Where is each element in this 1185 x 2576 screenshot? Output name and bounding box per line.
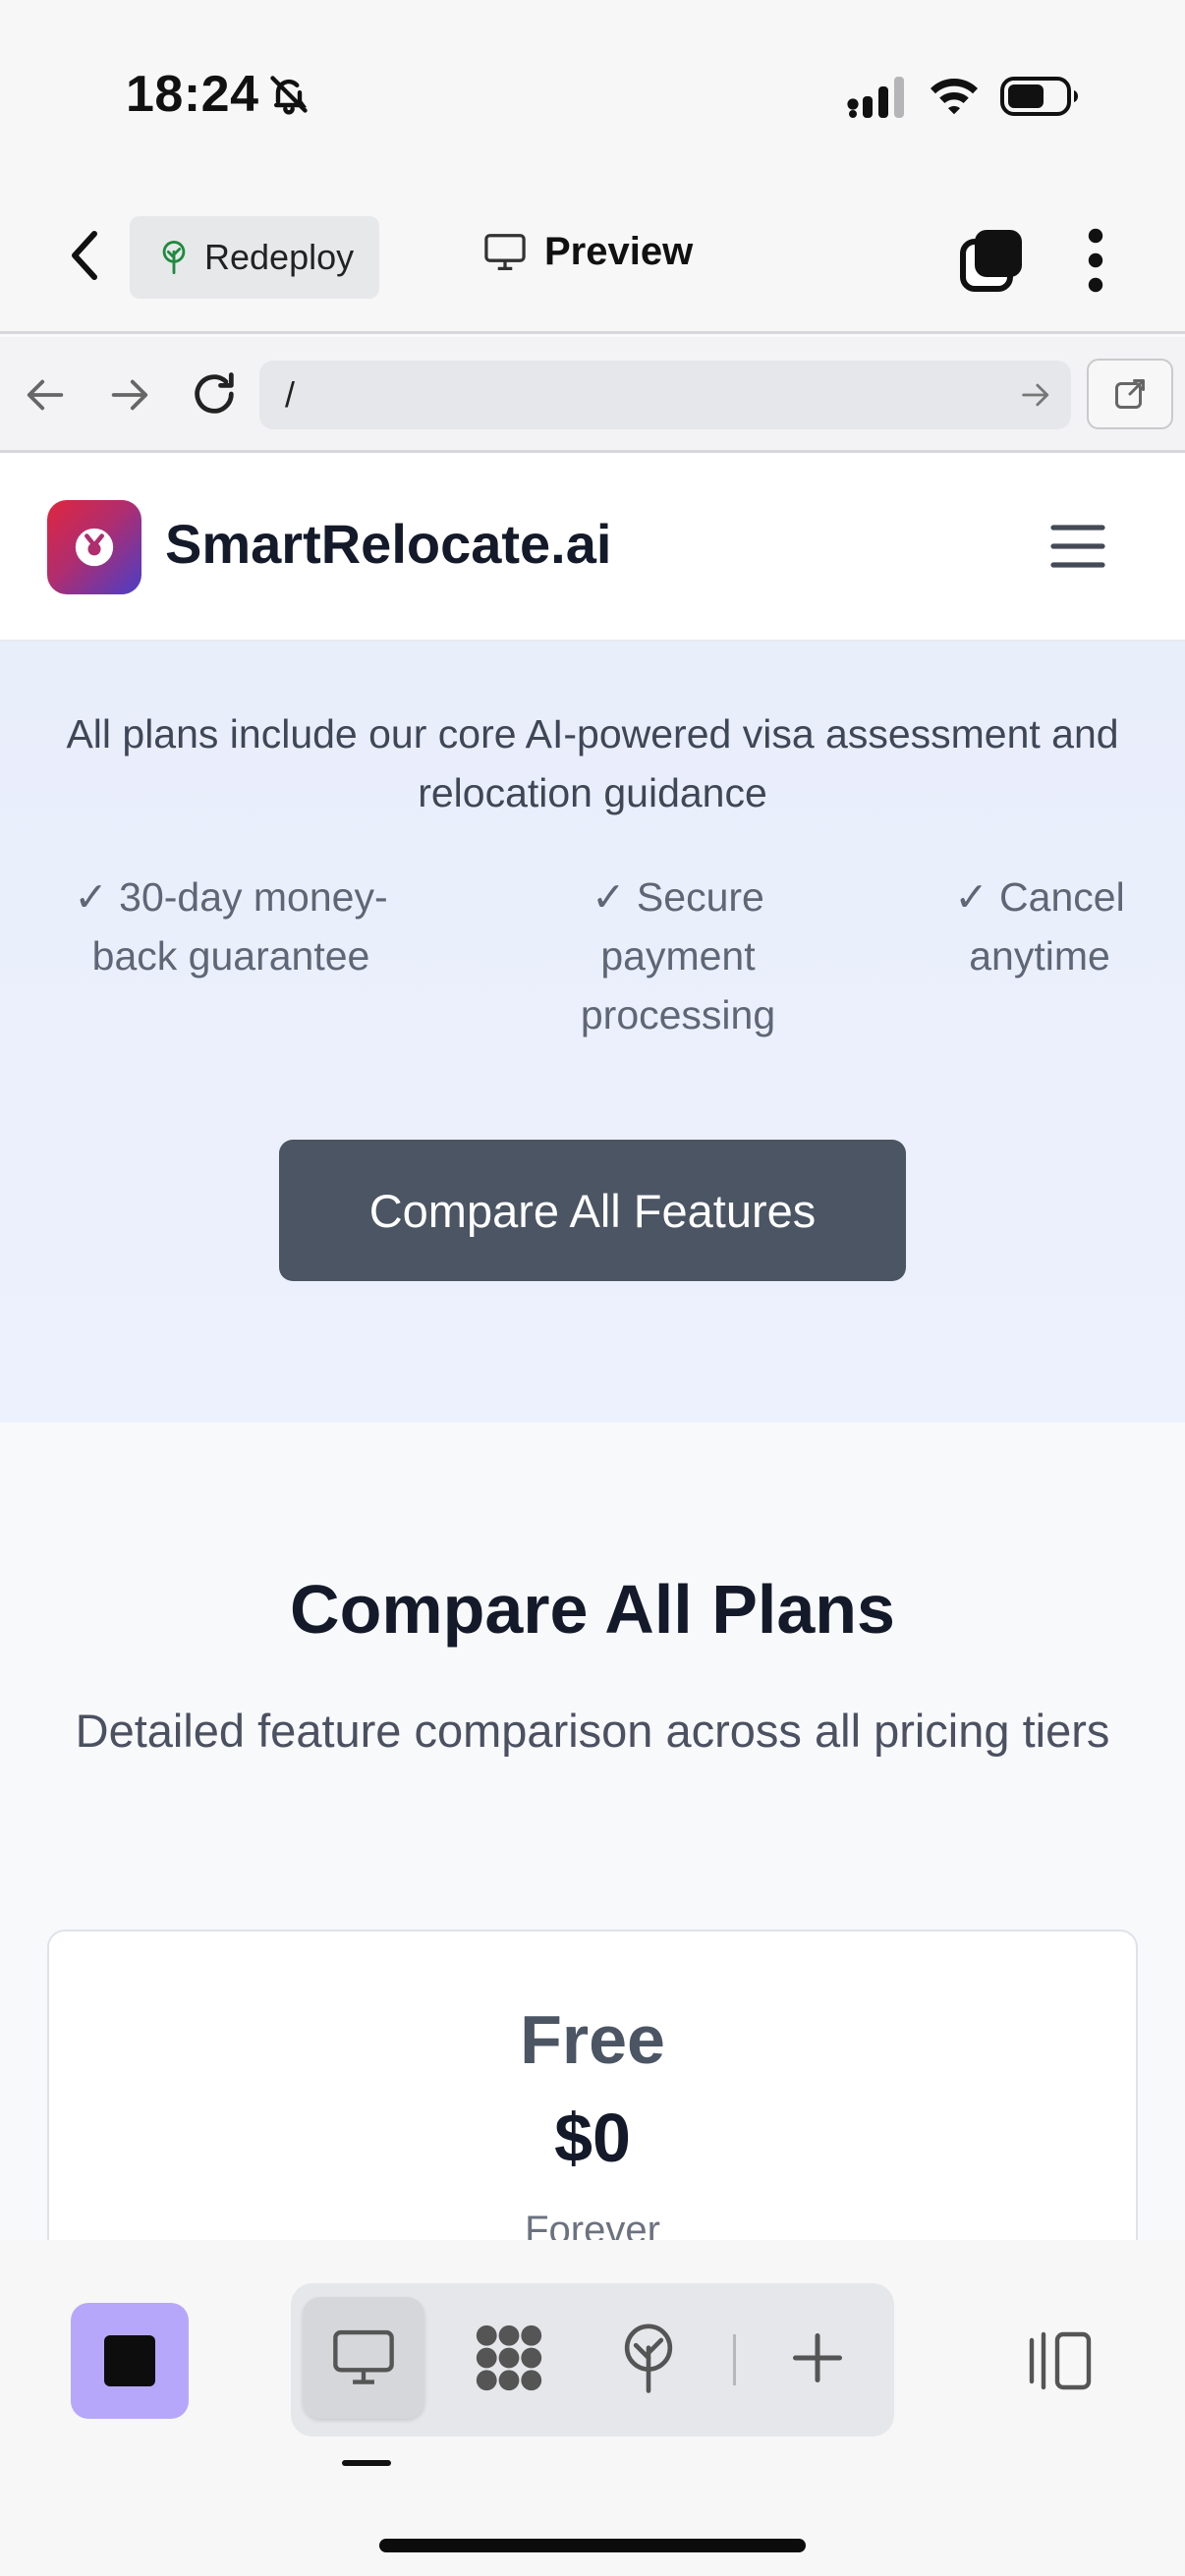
perk-money-back: ✓ 30-day money-back guarantee xyxy=(74,874,388,979)
signal-icon xyxy=(847,77,904,118)
compare-title: Compare All Plans xyxy=(290,1571,895,1648)
mute-bell-icon xyxy=(270,76,308,115)
status-bar: 18:24 xyxy=(0,0,1185,187)
browser-bar: / xyxy=(0,337,1185,453)
plan-name: Free xyxy=(520,2001,665,2078)
redeploy-label: Redeploy xyxy=(204,237,355,277)
url-bar[interactable]: / xyxy=(259,361,1071,429)
reload-icon[interactable] xyxy=(189,368,240,420)
canvas-view-button[interactable] xyxy=(448,2297,570,2419)
home-indicator xyxy=(379,2539,806,2552)
perk-secure-payment: ✓ Secure payment processing xyxy=(580,874,776,1037)
redeploy-tree-icon xyxy=(162,241,186,275)
battery-icon xyxy=(1000,77,1078,116)
arrow-left-icon[interactable] xyxy=(24,372,69,418)
monitor-icon xyxy=(484,233,526,270)
bottom-bar xyxy=(0,2240,1185,2576)
segment-divider xyxy=(733,2334,736,2385)
panel-icon[interactable] xyxy=(1020,2328,1093,2393)
active-view-indicator xyxy=(342,2460,391,2466)
deploy-view-button[interactable] xyxy=(588,2297,709,2419)
logo-mark-icon xyxy=(75,528,114,567)
perk-cancel-anytime: ✓ Cancel anytime xyxy=(954,874,1125,979)
redeploy-button[interactable]: Redeploy xyxy=(130,216,379,299)
plan-price: $0 xyxy=(554,2100,631,2176)
wifi-icon xyxy=(931,79,978,115)
deploy-icon xyxy=(624,2324,673,2393)
preview-label: Preview xyxy=(544,230,694,273)
status-time: 18:24 xyxy=(126,66,259,123)
more-vertical-icon[interactable] xyxy=(1081,228,1110,293)
plans-note: All plans include our core AI-powered vi… xyxy=(66,711,1119,815)
pricing-hero-section: All plans include our core AI-powered vi… xyxy=(0,642,1185,1423)
site-header: SmartRelocate.ai xyxy=(0,453,1185,642)
app-toolbar: Redeploy Preview xyxy=(0,187,1185,334)
grid-blob-icon xyxy=(476,2324,542,2391)
site-logo[interactable] xyxy=(47,500,141,594)
compare-all-features-button[interactable]: Compare All Features xyxy=(279,1140,906,1281)
arrow-right-icon[interactable] xyxy=(106,372,151,418)
external-link-icon xyxy=(1115,379,1145,409)
hamburger-icon[interactable] xyxy=(1049,522,1106,571)
add-button[interactable] xyxy=(757,2297,878,2419)
url-text: / xyxy=(285,374,296,415)
site-brand[interactable]: SmartRelocate.ai xyxy=(165,512,611,576)
back-chevron-icon[interactable] xyxy=(61,226,108,285)
compare-subtitle: Detailed feature comparison across all p… xyxy=(75,1705,1110,1757)
preview-tab[interactable]: Preview xyxy=(483,230,693,274)
stop-button[interactable] xyxy=(71,2303,189,2419)
preview-view-button[interactable] xyxy=(303,2297,424,2419)
tabs-icon[interactable] xyxy=(959,228,1024,293)
stop-icon xyxy=(104,2335,155,2386)
go-arrow-icon[interactable] xyxy=(1018,378,1051,412)
open-external-button[interactable] xyxy=(1087,359,1173,429)
view-switcher xyxy=(291,2283,894,2436)
plus-icon xyxy=(793,2333,842,2382)
monitor-icon xyxy=(333,2329,394,2384)
